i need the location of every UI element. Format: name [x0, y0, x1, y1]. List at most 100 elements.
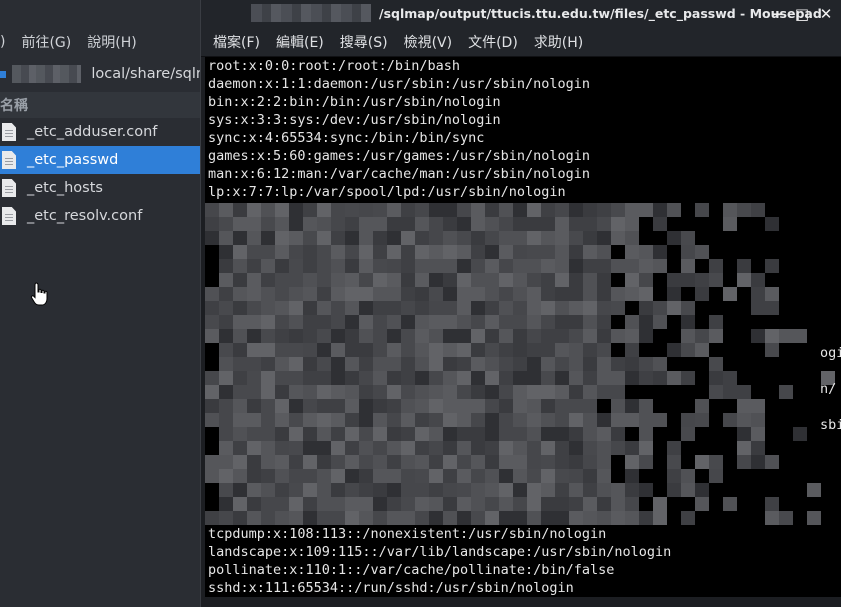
redacted-pixel-block [499, 343, 513, 357]
redacted-pixel-block [303, 441, 317, 455]
file-item[interactable]: _etc_hosts [0, 174, 200, 202]
title-bar[interactable]: /sqlmap/output/ttucis.ttu.edu.tw/files/_… [201, 0, 841, 28]
redacted-pixel-block [233, 231, 247, 245]
redacted-pixel-block [737, 413, 751, 427]
redacted-pixel-block [499, 287, 513, 301]
redacted-pixel-block [359, 357, 373, 371]
file-item[interactable]: _etc_adduser.conf [0, 118, 200, 146]
redacted-pixel-block [499, 301, 513, 315]
redacted-pixel-block [205, 329, 219, 343]
redacted-pixel-block [443, 469, 457, 483]
redacted-pixel-block [415, 273, 429, 287]
column-header-name[interactable]: 名稱 [0, 92, 210, 118]
redacted-pixel-block [247, 497, 261, 511]
redacted-pixel-block [709, 357, 723, 371]
text-line: lp:x:7:7:lp:/var/spool/lpd:/usr/sbin/nol… [208, 184, 566, 200]
redacted-pixel-block [457, 203, 471, 217]
redacted-line-fragment: sbi [820, 417, 841, 433]
redacted-pixel-block [303, 273, 317, 287]
text-line: landscape:x:109:115::/var/lib/landscape:… [208, 544, 672, 560]
redacted-pixel-block [583, 301, 597, 315]
redacted-pixel-block [471, 497, 485, 511]
redacted-pixel-block [331, 455, 345, 469]
redacted-pixel-block [555, 203, 569, 217]
redacted-pixel-block [639, 455, 653, 469]
redacted-pixel-block [569, 469, 583, 483]
redacted-pixel-block [289, 259, 303, 273]
redacted-pixel-block [275, 203, 289, 217]
redacted-pixel-block [751, 203, 765, 217]
menu-file[interactable]: 檔案(F) [213, 32, 260, 52]
redacted-pixel-block [625, 497, 639, 511]
redacted-pixel-block [499, 483, 513, 497]
redacted-pixel-block [765, 511, 779, 525]
redacted-pixel-block [219, 497, 233, 511]
redacted-pixel-block [471, 301, 485, 315]
redacted-pixel-block [583, 399, 597, 413]
redacted-pixel-block [471, 511, 485, 525]
redacted-pixel-block [443, 455, 457, 469]
text-line: man:x:6:12:man:/var/cache/man:/usr/sbin/… [208, 166, 591, 182]
redacted-pixel-block [275, 329, 289, 343]
text-editor-area[interactable]: root:x:0:0:root:/root:/bin/bash daemon:x… [205, 57, 841, 597]
redacted-pixel-block [219, 371, 233, 385]
redacted-pixel-block [289, 511, 303, 525]
redacted-pixel-block [261, 385, 275, 399]
close-icon[interactable]: ✕ [814, 4, 838, 24]
fm-menu-help[interactable]: 說明(H) [87, 32, 136, 52]
redacted-pixel-block [289, 315, 303, 329]
menu-help[interactable]: 求助(H) [534, 32, 583, 52]
redacted-pixel-block [317, 203, 331, 217]
redacted-pixel-block [653, 301, 667, 315]
redacted-pixel-block [681, 469, 695, 483]
redacted-pixel-block [219, 455, 233, 469]
redacted-pixel-block [317, 511, 331, 525]
maximize-icon[interactable]: □ [790, 4, 814, 24]
redacted-pixel-block [541, 343, 555, 357]
redacted-pixel-block [289, 413, 303, 427]
redacted-pixel-block [611, 427, 625, 441]
menu-view[interactable]: 檢視(V) [404, 32, 453, 52]
menu-edit[interactable]: 編輯(E) [276, 32, 324, 52]
redacted-pixel-block [807, 483, 821, 497]
redacted-pixel-block [247, 357, 261, 371]
fm-menu-go[interactable]: 前往(G) [21, 32, 71, 52]
redacted-pixel-block [303, 427, 317, 441]
redacted-pixel-block [527, 245, 541, 259]
redacted-pixel-block [527, 203, 541, 217]
horizontal-scrollbar[interactable] [205, 597, 841, 607]
menu-search[interactable]: 搜尋(S) [340, 32, 388, 52]
location-path: local/share/sqlm [91, 66, 210, 82]
location-bar[interactable]: local/share/sqlm [0, 60, 210, 88]
redacted-pixel-block [597, 259, 611, 273]
redacted-pixel-block [219, 385, 233, 399]
redacted-pixel-block [569, 203, 583, 217]
redacted-pixel-block [443, 329, 457, 343]
redacted-pixel-block [611, 483, 625, 497]
redacted-pixel-block [303, 343, 317, 357]
redacted-pixel-block [527, 455, 541, 469]
redacted-pixel-block [541, 203, 555, 217]
redacted-pixel-block [457, 315, 471, 329]
redacted-pixel-block [667, 483, 681, 497]
redacted-pixel-block [569, 273, 583, 287]
redacted-pixel-block [625, 399, 639, 413]
redacted-pixel-block [415, 497, 429, 511]
redacted-pixel-block [737, 259, 751, 273]
redacted-pixel-block [695, 483, 709, 497]
redacted-pixel-block [275, 301, 289, 315]
redacted-pixel-block [625, 483, 639, 497]
redacted-pixel-block [681, 511, 695, 525]
redacted-pixel-block [317, 441, 331, 455]
redacted-pixel-block [597, 497, 611, 511]
minimize-icon[interactable]: − [766, 4, 790, 24]
redacted-pixel-block [485, 245, 499, 259]
file-item-selected[interactable]: _etc_passwd [0, 146, 200, 174]
file-item[interactable]: _etc_resolv.conf [0, 202, 200, 230]
menu-document[interactable]: 文件(D) [468, 32, 518, 52]
redacted-pixel-block [597, 203, 611, 217]
redacted-pixel-block [779, 329, 793, 343]
redacted-pixel-block [597, 427, 611, 441]
redacted-pixel-block [387, 427, 401, 441]
fm-menu-item-partial[interactable]: ) [0, 34, 5, 50]
